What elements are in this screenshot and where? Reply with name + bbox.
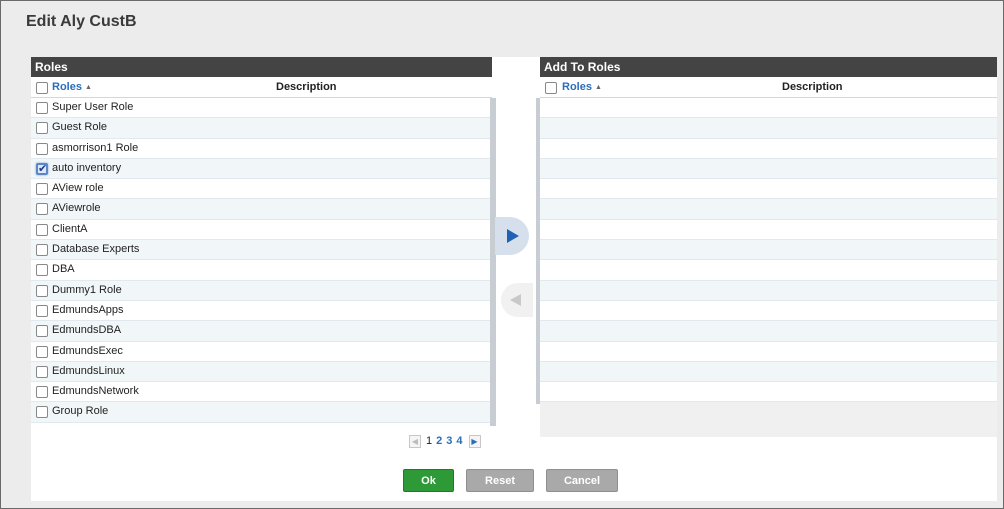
- role-row[interactable]: Super User Role: [31, 98, 492, 119]
- role-name: AViewrole: [52, 202, 101, 215]
- empty-row: [540, 300, 997, 322]
- role-row[interactable]: AView role: [31, 179, 492, 200]
- role-name: DBA: [52, 263, 75, 276]
- empty-row: [540, 240, 997, 261]
- role-name: EdmundsApps: [52, 303, 124, 316]
- role-checkbox[interactable]: [36, 223, 48, 236]
- added-roles-sort-link[interactable]: Roles ▲: [562, 81, 602, 93]
- empty-row: [540, 138, 997, 159]
- empty-row: [540, 260, 997, 281]
- role-row[interactable]: AViewrole: [31, 199, 492, 220]
- role-checkbox[interactable]: [36, 304, 48, 317]
- remove-from-roles-button[interactable]: [501, 283, 533, 317]
- empty-row: [540, 118, 997, 139]
- role-row[interactable]: EdmundsDBA: [31, 321, 492, 342]
- empty-row: [540, 280, 997, 301]
- role-row[interactable]: asmorrison1 Role: [31, 139, 492, 159]
- role-name: EdmundsExec: [52, 344, 123, 357]
- role-row[interactable]: EdmundsExec: [31, 342, 492, 362]
- role-row[interactable]: EdmundsApps: [31, 301, 492, 322]
- role-checkbox[interactable]: [36, 325, 48, 338]
- role-checkbox[interactable]: [36, 264, 48, 277]
- ok-button[interactable]: Ok: [403, 469, 454, 492]
- reset-button[interactable]: Reset: [466, 469, 534, 492]
- role-checkbox[interactable]: [36, 102, 48, 114]
- added-roles-list: [540, 98, 997, 403]
- add-to-roles-column-header: Roles ▲ Description: [540, 77, 997, 98]
- pagination: ◀ 1 2 3 4 ▶: [409, 434, 481, 448]
- roles-panel: Roles Roles ▲ Description Super User Role…: [31, 57, 492, 437]
- role-checkbox[interactable]: [36, 162, 48, 175]
- edit-dialog: Edit Aly CustB Roles Roles ▲ Description …: [0, 0, 1004, 509]
- role-name: EdmundsLinux: [52, 364, 125, 377]
- page-1[interactable]: 1: [426, 435, 432, 447]
- role-name: asmorrison1 Role: [52, 141, 139, 154]
- empty-row: [540, 219, 997, 241]
- role-row[interactable]: EdmundsNetwork: [31, 382, 492, 403]
- role-name: auto inventory: [52, 161, 122, 174]
- role-checkbox[interactable]: [36, 406, 48, 419]
- roles-scrollbar[interactable]: [490, 98, 496, 426]
- roles-panel-header: Roles: [31, 57, 492, 77]
- prev-page-icon[interactable]: ◀: [409, 434, 421, 448]
- next-page-icon[interactable]: ▶: [468, 434, 481, 448]
- role-name: Dummy1 Role: [52, 283, 122, 296]
- role-row[interactable]: Dummy1 Role: [31, 280, 492, 301]
- dialog-title: Edit Aly CustB: [26, 13, 137, 30]
- page-2[interactable]: 2: [436, 435, 442, 447]
- role-checkbox[interactable]: [36, 142, 48, 155]
- role-row[interactable]: DBA: [31, 260, 492, 281]
- role-name: EdmundsDBA: [52, 324, 122, 337]
- role-row[interactable]: EdmundsLinux: [31, 361, 492, 383]
- description-column-header: Description: [276, 81, 337, 93]
- role-row[interactable]: ClientA: [31, 220, 492, 241]
- sort-asc-icon: ▲: [84, 84, 92, 91]
- added-description-column-header: Description: [782, 81, 843, 93]
- page-3[interactable]: 3: [446, 435, 452, 447]
- add-to-roles-header: Add To Roles: [540, 57, 997, 77]
- role-checkbox[interactable]: [36, 244, 48, 257]
- empty-row: [540, 321, 997, 342]
- select-all-checkbox[interactable]: [36, 82, 48, 94]
- empty-row: [540, 382, 997, 403]
- arrow-left-icon: [509, 294, 521, 306]
- role-name: AView role: [52, 182, 104, 195]
- role-checkbox[interactable]: [36, 365, 48, 378]
- role-name: Database Experts: [52, 243, 140, 256]
- add-to-roles-panel: Add To Roles Roles ▲ Description: [540, 57, 997, 437]
- roles-sort-link[interactable]: Roles ▲: [52, 81, 92, 93]
- added-roles-gutter: [536, 98, 540, 404]
- sort-asc-icon: ▲: [594, 84, 602, 91]
- role-row[interactable]: Guest Role: [31, 118, 492, 139]
- role-checkbox[interactable]: [36, 345, 48, 358]
- roles-list: Super User Role Guest Role asmorrison1 Rol…: [31, 98, 492, 423]
- arrow-right-icon: [507, 229, 519, 243]
- empty-row: [540, 361, 997, 383]
- page-4[interactable]: 4: [456, 435, 462, 447]
- role-name: Super User Role: [52, 101, 134, 113]
- role-checkbox[interactable]: [36, 386, 48, 399]
- select-all-added-checkbox[interactable]: [545, 82, 557, 94]
- role-row[interactable]: Database Experts: [31, 240, 492, 261]
- empty-row: [540, 98, 997, 119]
- role-name: Guest Role: [52, 121, 108, 134]
- roles-column-header: Roles ▲ Description: [31, 77, 492, 98]
- role-checkbox[interactable]: [36, 284, 48, 297]
- role-checkbox[interactable]: [36, 203, 48, 216]
- role-checkbox[interactable]: [36, 183, 48, 196]
- role-checkbox[interactable]: [36, 122, 48, 135]
- empty-row: [540, 341, 997, 362]
- role-row[interactable]: auto inventory: [31, 158, 492, 180]
- role-name: ClientA: [52, 222, 88, 235]
- empty-row: [540, 179, 997, 200]
- role-row[interactable]: Group Role: [31, 402, 492, 423]
- role-name: Group Role: [52, 405, 109, 418]
- role-name: EdmundsNetwork: [52, 385, 139, 398]
- empty-row: [540, 199, 997, 220]
- empty-row: [540, 158, 997, 180]
- cancel-button[interactable]: Cancel: [546, 469, 618, 492]
